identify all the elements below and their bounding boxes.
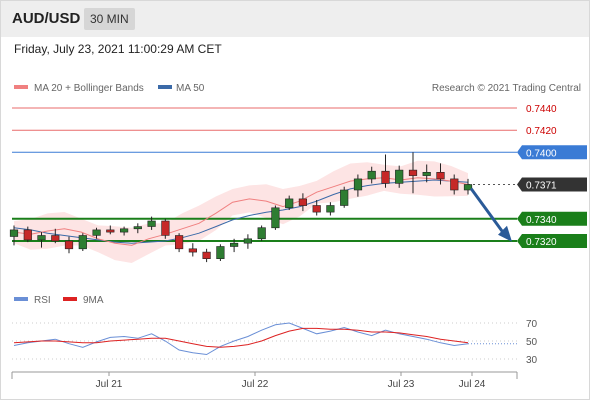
price-tag-0.7400: 0.7400	[517, 145, 587, 160]
ma50-legend-label: MA 50	[176, 83, 205, 94]
price-tag-0.7340: 0.7340	[517, 211, 587, 226]
candle-body	[175, 235, 184, 250]
x-axis-labels: Jul 21 Jul 22 Jul 23 Jul 24	[96, 372, 486, 390]
rsi-legend-label: RSI	[34, 295, 51, 306]
x-tick-label: Jul 23	[388, 379, 415, 390]
rsi-tick-label: 30	[526, 355, 538, 366]
x-tick-label: Jul 21	[96, 379, 123, 390]
candle-body	[64, 240, 74, 250]
copyright-text: Research © 2021 Trading Central	[432, 83, 581, 94]
candle-body	[285, 198, 294, 209]
candle-body	[23, 229, 32, 241]
x-tick-label: Jul 24	[459, 379, 486, 390]
price-tag-0.7440: 0.7440	[526, 104, 557, 115]
rsi-ma-legend-swatch	[63, 297, 77, 301]
candle-body	[326, 205, 335, 213]
candle-body	[92, 229, 101, 236]
forecast-arrow-layer	[469, 187, 512, 242]
ma20-legend-label: MA 20 + Bollinger Bands	[34, 83, 144, 94]
forecast-arrow-shaft	[469, 187, 506, 235]
candle-body	[78, 235, 87, 250]
candle-body	[436, 172, 445, 180]
candle-body	[51, 235, 60, 242]
candle-body	[395, 169, 404, 184]
candle-body	[230, 242, 239, 247]
candle-body	[271, 207, 280, 229]
candle-body	[161, 220, 170, 236]
price-tags-layer: 0.7440 0.7420 0.7400 0.7371 0.7340 0.7320	[517, 104, 587, 248]
candle-body	[340, 189, 349, 206]
price-tag-label: 0.7400	[526, 148, 557, 159]
candle-body	[188, 248, 198, 253]
price-tag-0.7371: 0.7371	[517, 177, 587, 192]
price-tag-label: 0.7340	[526, 215, 557, 226]
rsi-panel: 70 50 30	[12, 319, 538, 366]
x-tick-label: Jul 22	[242, 379, 269, 390]
rsi-ma-line	[13, 327, 469, 348]
rsi-tick-label: 70	[526, 319, 538, 330]
ma20-legend-swatch	[14, 85, 28, 89]
candle-body	[298, 198, 308, 206]
price-chart: MA 20 + Bollinger Bands MA 50 Research ©…	[9, 83, 587, 390]
ma50-legend-swatch	[158, 85, 172, 89]
candle-body	[120, 228, 129, 233]
candle-body	[257, 227, 266, 240]
candle-body	[202, 251, 211, 260]
rsi-legend-swatch	[14, 297, 28, 301]
candle-body	[243, 238, 253, 244]
candle-body	[422, 172, 431, 176]
candle-body	[9, 229, 19, 237]
candle-body	[106, 229, 115, 233]
candle-body	[450, 178, 459, 191]
candle-body	[216, 246, 225, 259]
candle-body	[312, 205, 321, 213]
rsi-ma-legend-label: 9MA	[83, 295, 104, 306]
rsi-line	[13, 322, 469, 356]
price-tag-0.7420: 0.7420	[526, 126, 557, 137]
candle-body	[133, 226, 142, 230]
price-tag-0.7320: 0.7320	[517, 234, 587, 248]
candle-body	[353, 178, 363, 191]
rsi-tick-label: 50	[526, 337, 538, 348]
candle-body	[37, 235, 46, 241]
candle-body	[147, 220, 156, 227]
candle-body	[381, 170, 390, 184]
price-tag-label: 0.7371	[526, 181, 557, 192]
candle-body	[367, 170, 376, 180]
price-tag-label: 0.7320	[526, 237, 557, 248]
candle-body	[408, 169, 418, 176]
chart-frame: AUD/USD 30 MIN Friday, July 23, 2021 11:…	[0, 0, 590, 400]
